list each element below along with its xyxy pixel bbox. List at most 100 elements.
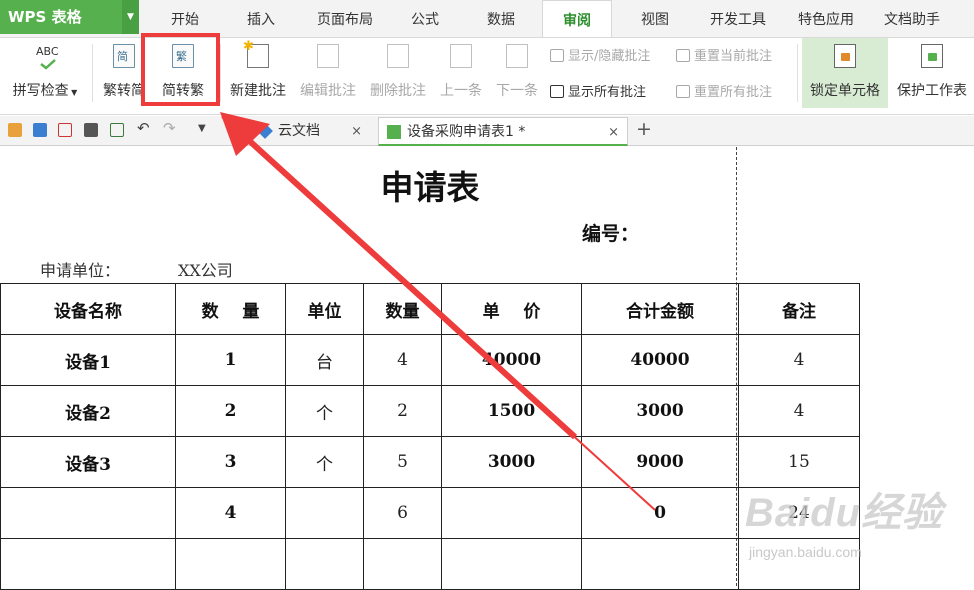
table-cell[interactable]: 3000 [441, 436, 582, 488]
redo-icon[interactable]: ↷ [163, 119, 176, 137]
tab-special[interactable]: 特色应用 [786, 0, 866, 37]
lock-cell-button[interactable]: 锁定单元格 [802, 38, 888, 108]
tab-developer[interactable]: 开发工具 [698, 0, 778, 37]
ribbon-tab-bar: WPS 表格 ▼ 开始 插入 页面布局 公式 数据 审阅 视图 开发工具 特色应… [0, 0, 974, 37]
table-row [0, 538, 860, 590]
print-preview-icon[interactable] [110, 123, 124, 137]
doc-tab-cloud[interactable]: 云文档 × [250, 117, 370, 146]
applicant-unit-value[interactable]: XX公司 [178, 257, 233, 281]
table-cell[interactable]: 6 [363, 487, 442, 539]
table-cell[interactable]: 个 [285, 385, 364, 437]
app-menu-button[interactable]: WPS 表格 [0, 0, 122, 34]
table-cell[interactable]: 设备1 [0, 334, 176, 386]
doc-tab-active[interactable]: 设备采购申请表1 * × [378, 117, 628, 146]
table-cell[interactable]: 台 [285, 334, 364, 386]
protect-sheet-button[interactable]: 保护工作表 [890, 38, 974, 108]
table-cell[interactable]: 40000 [441, 334, 582, 386]
header-cell[interactable]: 备注 [738, 283, 860, 335]
show-hide-comment-button[interactable]: 显示/隐藏批注 [550, 45, 650, 65]
request-table: 设备名称 数 量 单位 数量 单 价 合计金额 备注 设备1 1 台 4 400… [0, 283, 860, 590]
table-cell[interactable]: 0 [581, 487, 739, 539]
table-row: 设备1 1 台 4 40000 40000 4 [0, 334, 860, 386]
export-pdf-icon[interactable] [58, 123, 72, 137]
next-comment-button[interactable]: 下一条 [490, 38, 544, 108]
delete-comment-label: 删除批注 [370, 83, 426, 99]
show-all-comments-icon [550, 85, 564, 98]
table-cell[interactable]: 9000 [581, 436, 739, 488]
print-icon[interactable] [84, 123, 98, 137]
table-cell[interactable] [285, 538, 364, 590]
serial-number-label[interactable]: 编号： [582, 219, 639, 246]
table-cell[interactable] [441, 538, 582, 590]
table-cell[interactable]: 设备2 [0, 385, 176, 437]
table-cell[interactable]: 2 [175, 385, 286, 437]
prev-comment-button[interactable]: 上一条 [434, 38, 488, 108]
new-comment-icon: ✱ [243, 39, 269, 68]
applicant-unit-label[interactable]: 申请单位： [40, 257, 120, 281]
tab-data[interactable]: 数据 [468, 0, 534, 37]
table-cell[interactable]: 5 [363, 436, 442, 488]
spreadsheet-icon [387, 125, 401, 139]
open-folder-icon[interactable] [8, 123, 22, 137]
spell-check-dropdown-icon[interactable]: ▼ [69, 88, 77, 97]
table-cell[interactable] [0, 538, 176, 590]
save-icon[interactable] [33, 123, 47, 137]
table-cell[interactable]: 4 [363, 334, 442, 386]
reset-current-comment-label: 重置当前批注 [694, 49, 773, 64]
tab-formula[interactable]: 公式 [392, 0, 458, 37]
reset-current-comment-icon [676, 49, 690, 62]
doc-tab-cloud-label: 云文档 [278, 123, 320, 139]
table-cell[interactable]: 40000 [581, 334, 739, 386]
tab-insert[interactable]: 插入 [226, 0, 296, 37]
header-cell[interactable]: 单 价 [441, 283, 582, 335]
table-cell[interactable] [441, 487, 582, 539]
table-cell[interactable]: 2 [363, 385, 442, 437]
customize-dropdown-icon[interactable]: ▼ [198, 123, 206, 134]
delete-comment-button[interactable]: 删除批注 [364, 38, 432, 108]
table-cell[interactable] [0, 487, 176, 539]
app-menu-dropdown-icon[interactable]: ▼ [122, 0, 139, 34]
header-cell[interactable]: 数量 [363, 283, 442, 335]
undo-icon[interactable]: ↶ [137, 119, 150, 137]
tab-view[interactable]: 视图 [622, 0, 688, 37]
spell-check-label: 拼写检查 ▼ [4, 80, 86, 100]
table-cell[interactable]: 4 [738, 385, 860, 437]
tab-home[interactable]: 开始 [150, 0, 220, 37]
lock-cell-icon [834, 44, 856, 68]
new-comment-button[interactable]: ✱ 新建批注 [224, 38, 292, 108]
table-cell[interactable]: 3 [175, 436, 286, 488]
table-cell[interactable]: 设备3 [0, 436, 176, 488]
close-icon[interactable]: × [608, 118, 619, 147]
reset-current-comment-button[interactable]: 重置当前批注 [676, 45, 772, 65]
table-cell[interactable]: 1 [175, 334, 286, 386]
header-cell[interactable]: 数 量 [175, 283, 286, 335]
show-all-comments-button[interactable]: 显示所有批注 [550, 81, 646, 101]
spell-check-button[interactable]: ABC 拼写检查 ▼ [4, 38, 86, 108]
table-cell[interactable]: 3000 [581, 385, 739, 437]
tab-review[interactable]: 审阅 [542, 0, 612, 37]
table-cell[interactable]: 4 [738, 334, 860, 386]
header-cell[interactable]: 设备名称 [0, 283, 176, 335]
delete-comment-icon [387, 44, 409, 68]
table-cell[interactable]: 4 [175, 487, 286, 539]
table-cell[interactable] [175, 538, 286, 590]
tab-doc-assistant[interactable]: 文档助手 [872, 0, 952, 37]
table-cell[interactable]: 1500 [441, 385, 582, 437]
edit-comment-button[interactable]: 编辑批注 [294, 38, 362, 108]
table-cell[interactable] [363, 538, 442, 590]
table-row: 4 6 0 24 [0, 487, 860, 539]
separator [92, 44, 93, 102]
header-cell[interactable]: 单位 [285, 283, 364, 335]
page-title[interactable]: 申请表 [330, 161, 530, 209]
protect-sheet-label: 保护工作表 [897, 83, 967, 99]
new-tab-icon[interactable]: + [636, 118, 652, 140]
tab-page-layout[interactable]: 页面布局 [302, 0, 388, 37]
reset-all-comments-button[interactable]: 重置所有批注 [676, 81, 772, 101]
table-cell[interactable] [581, 538, 739, 590]
header-cell[interactable]: 合计金额 [581, 283, 739, 335]
table-cell[interactable]: 个 [285, 436, 364, 488]
prev-comment-icon [450, 44, 472, 68]
close-icon[interactable]: × [351, 117, 362, 146]
edit-comment-icon [317, 44, 339, 68]
table-cell[interactable] [285, 487, 364, 539]
